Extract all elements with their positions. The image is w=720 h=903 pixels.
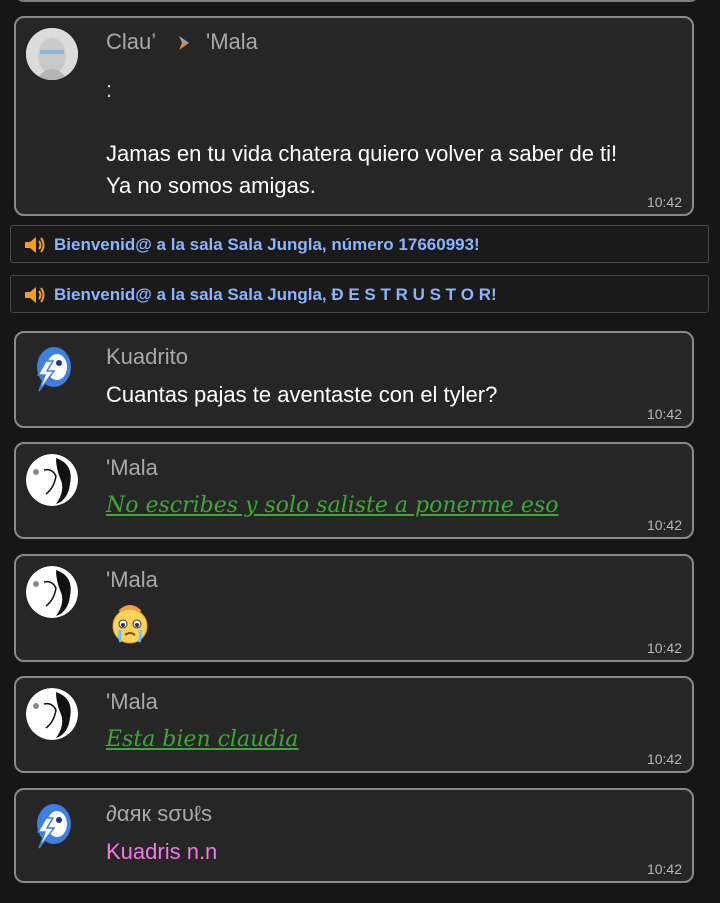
message-bubble: ∂αяк ѕσυℓѕ Kuadris n.n 10:42 <box>14 788 694 883</box>
system-notice: Bienvenid@ a la sala Sala Jungla, número… <box>10 225 709 263</box>
sender-name[interactable]: 'Mala <box>106 689 158 715</box>
message-bubble: 'Mala Esta bien claudia 10:42 <box>14 676 694 773</box>
recipient-name[interactable]: 'Mala <box>206 29 258 55</box>
timestamp: 10:42 <box>646 194 682 210</box>
speaker-icon <box>23 285 47 305</box>
message-bubble: 'Mala 10:42 <box>14 554 694 662</box>
timestamp: 10:42 <box>646 751 682 767</box>
sender-name[interactable]: 'Mala <box>106 455 158 481</box>
message-bubble: Clau’ 'Mala : Jamas en tu vida chatera q… <box>14 16 694 216</box>
sender-name[interactable]: ∂αяк ѕσυℓѕ <box>106 801 212 827</box>
timestamp: 10:42 <box>646 517 682 533</box>
system-notice-text: Bienvenid@ a la sala Sala Jungla, número… <box>54 235 480 254</box>
message-bubble: 'Mala No escribes y solo saliste a poner… <box>14 442 694 539</box>
message-text: Kuadris n.n <box>106 839 218 864</box>
avatar[interactable] <box>26 800 78 852</box>
crying-face-emoji <box>110 602 150 646</box>
previous-message-bubble <box>14 0 700 2</box>
private-message-arrow-icon <box>176 34 192 52</box>
message-text-line: Ya no somos amigas. <box>106 173 316 198</box>
message-text-line: : <box>106 77 113 102</box>
message-text: No escribes y solo saliste a ponerme eso <box>106 493 559 518</box>
timestamp: 10:42 <box>646 861 682 877</box>
system-notice: Bienvenid@ a la sala Sala Jungla, Đ E S … <box>10 275 709 313</box>
message-bubble: Kuadrito Cuantas pajas te aventaste con … <box>14 331 694 428</box>
avatar[interactable] <box>26 28 78 80</box>
sender-name[interactable]: 'Mala <box>106 567 158 593</box>
message-text: Esta bien claudia <box>106 727 299 752</box>
message-text: Cuantas pajas te aventaste con el tyler? <box>106 382 498 407</box>
sender-name[interactable]: Clau’ <box>106 29 156 55</box>
sender-name[interactable]: Kuadrito <box>106 344 188 370</box>
avatar[interactable] <box>26 454 78 506</box>
speaker-icon <box>23 235 47 255</box>
avatar[interactable] <box>26 566 78 618</box>
timestamp: 10:42 <box>646 640 682 656</box>
system-notice-text: Bienvenid@ a la sala Sala Jungla, Đ E S … <box>54 285 497 304</box>
avatar[interactable] <box>26 688 78 740</box>
avatar[interactable] <box>26 343 78 395</box>
message-text-line: Jamas en tu vida chatera quiero volver a… <box>106 141 618 166</box>
timestamp: 10:42 <box>646 406 682 422</box>
